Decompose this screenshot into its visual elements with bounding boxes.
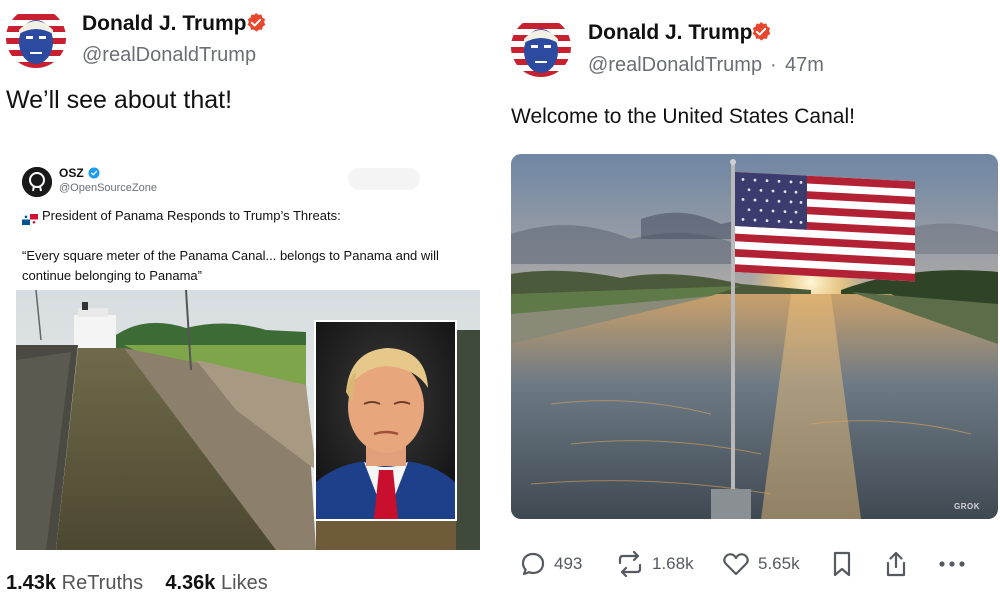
reply-button[interactable]: 493	[520, 546, 582, 582]
post-stats: 1.43k ReTruths 4.36k Likes	[6, 572, 268, 595]
embedded-post-image[interactable]: OSZ @OpenSourceZone President of Panama …	[14, 150, 480, 550]
verified-badge-icon	[245, 12, 267, 34]
grok-watermark: GROK	[954, 502, 980, 511]
verified-badge-icon	[750, 21, 772, 43]
left-post: Donald J. Trump @realDonaldTrump We’ll s…	[0, 0, 490, 608]
retruths-label[interactable]: ReTruths	[62, 572, 144, 594]
author-handle[interactable]: @realDonaldTrump	[588, 54, 762, 77]
embedded-headline: President of Panama Responds to Trump’s …	[42, 208, 341, 223]
embedded-author-name: OSZ	[59, 166, 84, 180]
like-button[interactable]: 5.65k	[722, 546, 800, 582]
right-post: Donald J. Trump @realDonaldTrump · 47m W…	[500, 0, 1000, 608]
reply-icon	[520, 551, 546, 577]
retruth-count: 1.68k	[652, 554, 694, 573]
likes-label[interactable]: Likes	[221, 572, 268, 594]
post-timestamp[interactable]: 47m	[785, 54, 824, 77]
reply-count: 493	[554, 554, 583, 573]
author-avatar[interactable]	[6, 8, 66, 68]
retruth-button[interactable]: 1.68k	[616, 546, 694, 582]
follow-button-blurred	[348, 168, 420, 190]
verified-badge-icon	[88, 166, 100, 179]
retruth-icon	[616, 551, 644, 577]
osz-avatar	[22, 167, 52, 197]
author-name[interactable]: Donald J. Trump	[82, 12, 247, 36]
post-text: Welcome to the United States Canal!	[511, 105, 855, 128]
canal-flag-image[interactable]	[511, 154, 998, 519]
author-name[interactable]: Donald J. Trump	[588, 21, 753, 45]
author-avatar[interactable]	[511, 17, 571, 77]
post-text: We’ll see about that!	[6, 86, 233, 114]
likes-count[interactable]: 4.36k	[165, 572, 215, 594]
more-icon	[938, 559, 966, 569]
like-icon	[722, 551, 750, 577]
like-count: 5.65k	[758, 554, 800, 573]
embedded-quote: “Every square meter of the Panama Canal.…	[22, 248, 439, 283]
bookmark-button[interactable]	[830, 546, 854, 582]
panama-flag-icon	[22, 212, 38, 225]
share-button[interactable]	[883, 546, 909, 582]
meta-separator: ·	[770, 54, 777, 76]
bookmark-icon	[830, 550, 854, 578]
author-handle[interactable]: @realDonaldTrump	[82, 44, 256, 67]
embedded-author-handle: @OpenSourceZone	[59, 182, 158, 194]
share-icon	[883, 550, 909, 578]
more-button[interactable]	[938, 546, 966, 582]
retruths-count[interactable]: 1.43k	[6, 572, 56, 594]
trump-portrait-photo	[314, 320, 457, 521]
